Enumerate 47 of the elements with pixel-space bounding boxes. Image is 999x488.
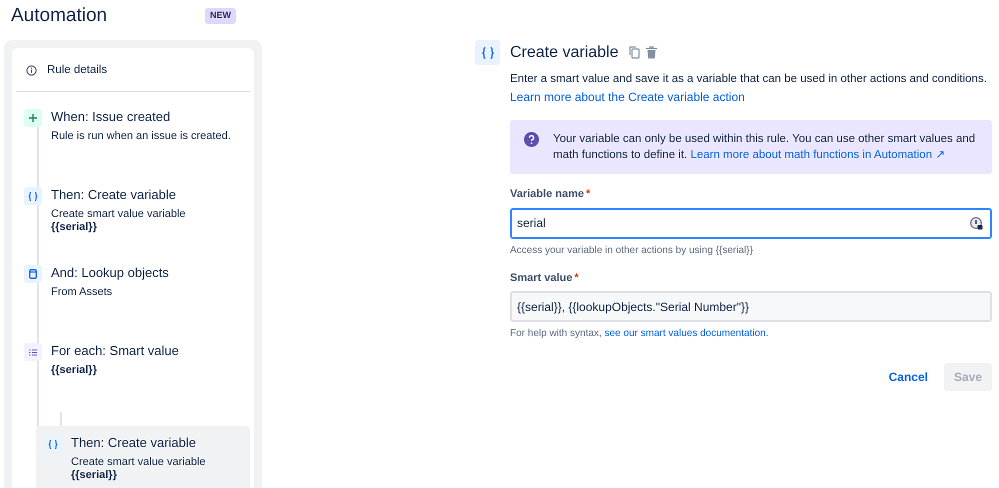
field-label: Variable name — [510, 188, 584, 200]
list-icon — [24, 343, 42, 362]
field-label: Smart value — [510, 272, 572, 284]
step-description: Create smart value variable — [71, 456, 206, 470]
help-text: For help with syntax, see our smart values documentation. — [510, 327, 770, 342]
info-message: Your variable can only be used within this rule. You can use other smart values and math functions to define it. Learn more about math functions in Automation ↗ — [553, 132, 976, 164]
step-variable: {{serial}} — [71, 469, 118, 482]
step-description: Create smart value variable — [51, 208, 186, 222]
step-title: Then: Create variable — [51, 186, 178, 204]
required-indicator: * — [574, 272, 579, 284]
required-indicator: * — [586, 188, 590, 200]
info-icon — [26, 65, 37, 76]
braces-icon — [44, 435, 62, 454]
learn-more-link[interactable]: Learn more about the Create variable action — [510, 90, 745, 104]
step-title: When: Issue created — [51, 108, 172, 126]
copy-icon[interactable] — [628, 46, 640, 59]
math-functions-link[interactable]: Learn more about math functions in Automation ↗ — [690, 149, 946, 162]
rule-details-item[interactable]: Rule details — [16, 48, 250, 92]
step-description: Rule is run when an issue is created. — [51, 130, 231, 144]
step-title: For each: Smart value — [51, 342, 179, 360]
rule-step[interactable]: And: Lookup objects From Assets — [16, 256, 250, 334]
cancel-button[interactable]: Cancel — [880, 363, 936, 392]
help-icon — [524, 132, 539, 148]
page-title: Automation — [11, 4, 108, 28]
documentation-link[interactable]: see our smart values documentation. — [604, 328, 768, 340]
rule-step[interactable]: When: Issue created Rule is run when an issue is created. — [16, 100, 250, 178]
rule-step[interactable]: Then: Create variable Create smart value variable {{serial}} — [36, 426, 250, 488]
text-field[interactable]: {{serial}}, {{lookupObjects."Serial Number"}} — [510, 291, 992, 322]
braces-icon — [24, 187, 42, 206]
step-description: From Assets — [51, 286, 114, 300]
plus-icon — [24, 109, 42, 128]
step-variable: {{serial}} — [51, 221, 98, 234]
rule-step[interactable]: For each: Smart value {{serial}} — [16, 334, 250, 412]
description-text: Enter a smart value and save it as a variable that can be used in other actions and conditions. — [510, 72, 988, 87]
step-title: Then: Create variable — [71, 434, 198, 452]
trash-icon[interactable] — [646, 46, 656, 59]
rule-details-label: Rule details — [47, 63, 108, 78]
cylinder-icon — [24, 265, 42, 284]
rule-step[interactable]: Then: Create variable Create smart value variable {{serial}} — [16, 178, 250, 256]
braces-icon — [475, 40, 500, 65]
step-variable: {{serial}} — [51, 364, 98, 378]
password-manager-icon[interactable] — [970, 216, 983, 230]
step-title: And: Lookup objects — [51, 264, 169, 282]
text-field[interactable]: serial — [510, 208, 992, 239]
help-text: Access your variable in other actions by using {{serial}} — [510, 244, 754, 258]
editor-title: Create variable — [510, 42, 618, 62]
new-badge: NEW — [205, 8, 236, 24]
